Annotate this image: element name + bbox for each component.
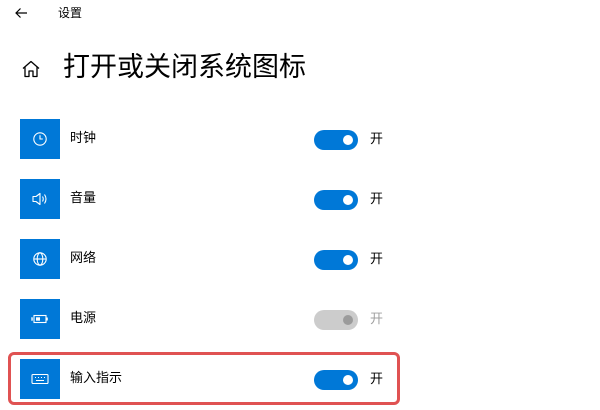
- input-indicator-tile: [20, 359, 60, 399]
- battery-icon: [31, 314, 48, 324]
- toggle-knob: [343, 315, 353, 325]
- toggle-knob: [343, 195, 353, 205]
- network-tile: [20, 239, 60, 279]
- back-button[interactable]: [8, 2, 34, 24]
- volume-toggle[interactable]: [314, 190, 358, 210]
- volume-label: 音量: [70, 191, 97, 206]
- home-button[interactable]: [18, 56, 44, 82]
- page-title: 打开或关闭系统图标: [63, 52, 306, 83]
- power-tile: [20, 299, 60, 339]
- input-indicator-toggle[interactable]: [314, 370, 358, 390]
- input-indicator-label: 输入指示: [70, 371, 123, 386]
- setting-row-network: 网络 开: [20, 239, 400, 279]
- toggle-knob: [343, 255, 353, 265]
- back-arrow-icon: [15, 8, 27, 18]
- volume-tile: [20, 179, 60, 219]
- power-label: 电源: [70, 311, 97, 326]
- power-toggle: [314, 310, 358, 330]
- title-bar: 设置: [0, 0, 600, 28]
- clock-toggle[interactable]: [314, 130, 358, 150]
- setting-row-power: 电源 开: [20, 299, 400, 339]
- clock-label: 时钟: [70, 131, 97, 146]
- app-title: 设置: [58, 6, 83, 20]
- home-icon: [22, 60, 40, 78]
- network-state-label: 开: [370, 252, 384, 267]
- setting-row-input-indicator: 输入指示 开: [20, 359, 400, 399]
- keyboard-icon: [31, 373, 49, 385]
- clock-state-label: 开: [370, 132, 384, 147]
- volume-state-label: 开: [370, 192, 384, 207]
- toggle-knob: [343, 135, 353, 145]
- speaker-icon: [32, 192, 47, 206]
- setting-row-clock: 时钟 开: [20, 119, 400, 159]
- clock-icon: [33, 132, 47, 146]
- toggle-knob: [343, 375, 353, 385]
- setting-row-volume: 音量 开: [20, 179, 400, 219]
- network-label: 网络: [70, 251, 97, 266]
- input-indicator-state-label: 开: [370, 372, 384, 387]
- power-state-label: 开: [370, 312, 384, 327]
- globe-icon: [33, 252, 47, 266]
- clock-tile: [20, 119, 60, 159]
- network-toggle[interactable]: [314, 250, 358, 270]
